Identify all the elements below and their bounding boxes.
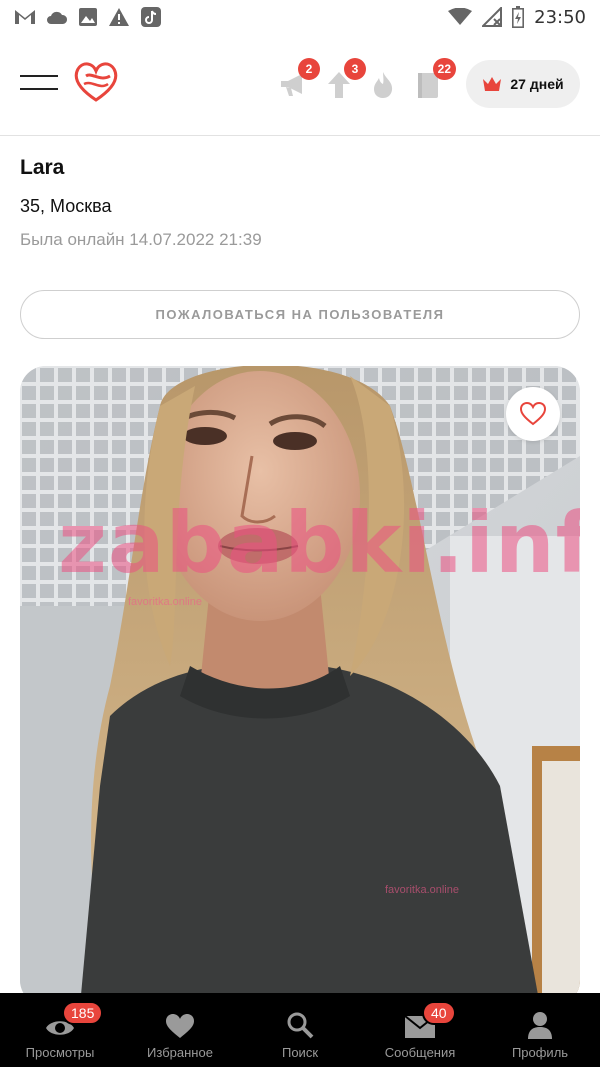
nav-messages-badge: 40	[422, 1001, 456, 1025]
profile-name: Lara	[20, 156, 65, 179]
status-bar-notifications	[14, 6, 162, 28]
favorite-button[interactable]	[506, 387, 560, 441]
clock: 23:50	[534, 6, 586, 28]
wifi-icon	[448, 8, 473, 25]
nav-views-label: Просмотры	[25, 1045, 95, 1060]
megaphone-badge: 2	[298, 58, 320, 80]
nav-search-label: Поиск	[281, 1045, 319, 1060]
image-icon	[79, 8, 97, 26]
boost-up-icon[interactable]: 3	[324, 58, 366, 100]
watermark-small-top: favoritka.online	[128, 596, 202, 608]
report-user-button[interactable]: ПОЖАЛОВАТЬСЯ НА ПОЛЬЗОВАТЕЛЯ	[20, 290, 580, 339]
watermark-small-bottom: favoritka.online	[385, 884, 459, 896]
nav-messages-label: Сообщения	[384, 1045, 456, 1060]
nav-views[interactable]: Просмотры 185	[0, 993, 120, 1067]
nav-profile[interactable]: Профиль	[480, 993, 600, 1067]
search-icon	[287, 1012, 314, 1039]
profile-age-city: 35, Москва	[20, 196, 112, 216]
last-seen-text: Была онлайн 14.07.2022 21:39	[20, 230, 262, 249]
no-signal-icon	[482, 7, 503, 27]
nav-search[interactable]: Поиск	[240, 993, 360, 1067]
premium-days-button[interactable]: 27 дней	[466, 60, 580, 108]
bottom-navigation: Просмотры 185 Избранное Поиск Сообщения …	[0, 993, 600, 1067]
profile-photo-image	[20, 366, 580, 1006]
guestbook-badge: 22	[432, 58, 456, 80]
profile-photo[interactable]: zababki.info favoritka.online favoritka.…	[20, 366, 580, 1006]
watermark-text: zababki.info	[58, 494, 580, 592]
hamburger-icon[interactable]	[20, 72, 58, 96]
battery-icon	[512, 6, 525, 28]
nav-messages[interactable]: Сообщения 40	[360, 993, 480, 1067]
person-icon	[528, 1012, 552, 1039]
nav-favorites[interactable]: Избранное	[120, 993, 240, 1067]
cloud-icon	[47, 11, 68, 24]
status-bar: 23:50	[0, 0, 600, 34]
megaphone-icon[interactable]: 2	[278, 58, 320, 100]
nav-views-badge: 185	[62, 1001, 104, 1025]
status-bar-system: 23:50	[448, 6, 586, 28]
gmail-icon	[15, 10, 35, 24]
app-header: 2 3 22 27 дней	[0, 34, 600, 136]
nav-profile-label: Профиль	[511, 1045, 569, 1060]
fire-icon[interactable]	[368, 70, 398, 100]
heart-icon	[166, 1014, 194, 1038]
tiktok-icon	[141, 7, 161, 27]
premium-days-label: 27 дней	[510, 76, 564, 92]
heart-logo-icon[interactable]	[72, 60, 120, 104]
guestbook-icon[interactable]: 22	[414, 58, 456, 100]
warning-icon	[109, 8, 129, 26]
boost-up-badge: 3	[344, 58, 366, 80]
heart-outline-icon	[520, 402, 546, 426]
crown-icon	[483, 77, 502, 91]
nav-favorites-label: Избранное	[147, 1045, 213, 1060]
